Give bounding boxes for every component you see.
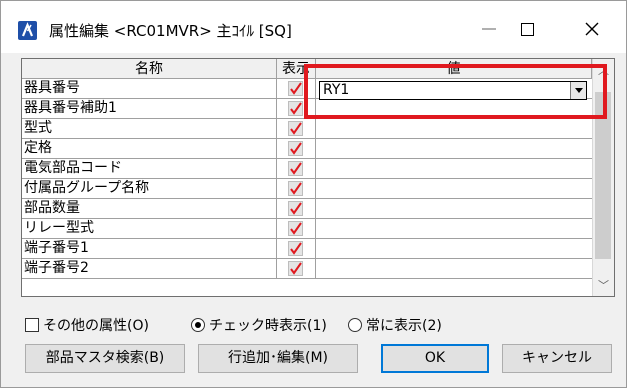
app-icon <box>18 21 37 40</box>
ok-button[interactable]: OK <box>381 344 489 373</box>
display-check-cell[interactable] <box>277 199 316 218</box>
display-check-cell[interactable] <box>277 119 316 138</box>
attribute-edit-dialog: 属性編集 <RC01MVR> 主ｺｲﾙ [SQ] 名称 表示 値 器具番号 器具番… <box>0 0 627 388</box>
attribute-value-cell[interactable] <box>316 139 592 158</box>
grid-row[interactable]: 電気部品コード <box>22 159 592 179</box>
maximize-icon <box>520 22 534 36</box>
attribute-value-cell[interactable] <box>316 159 592 178</box>
grid-row[interactable]: 付属品グループ名称 <box>22 179 592 199</box>
maximize-button[interactable] <box>504 9 550 49</box>
add-edit-row-button[interactable]: 行追加･編集(M) <box>198 344 358 373</box>
grid-row[interactable]: 部品数量 <box>22 199 592 219</box>
attribute-name-cell[interactable]: リレー型式 <box>22 219 277 238</box>
radio-check-display[interactable] <box>191 318 205 332</box>
radio-always-display-label[interactable]: 常に表示(2) <box>366 315 442 335</box>
column-header-name[interactable]: 名称 <box>22 59 277 79</box>
display-checkmark-icon[interactable] <box>288 241 303 256</box>
attribute-value-cell[interactable] <box>316 119 592 138</box>
grid-row[interactable]: 定格 <box>22 139 592 159</box>
attribute-name-cell[interactable]: 端子番号1 <box>22 239 277 258</box>
minimize-icon <box>482 28 496 30</box>
display-checkmark-icon[interactable] <box>288 261 303 276</box>
display-check-cell[interactable] <box>277 219 316 238</box>
grid-row[interactable]: 端子番号2 <box>22 259 592 279</box>
attribute-name-cell[interactable]: 付属品グループ名称 <box>22 179 277 198</box>
attribute-value-cell[interactable] <box>316 179 592 198</box>
grid-row[interactable]: リレー型式 <box>22 219 592 239</box>
attribute-value-cell[interactable] <box>316 259 592 278</box>
radio-check-display-label[interactable]: チェック時表示(1) <box>209 315 327 335</box>
attribute-name-cell[interactable]: 器具番号 <box>22 79 277 98</box>
title-bar: 属性編集 <RC01MVR> 主ｺｲﾙ [SQ] <box>1 1 626 53</box>
parts-master-search-button[interactable]: 部品マスタ検索(B) <box>25 344 185 373</box>
attribute-value-cell[interactable] <box>316 239 592 258</box>
display-checkmark-icon[interactable] <box>288 121 303 136</box>
display-check-cell[interactable] <box>277 179 316 198</box>
display-checkmark-icon[interactable] <box>288 81 303 96</box>
attribute-name-cell[interactable]: 部品数量 <box>22 199 277 218</box>
other-attributes-checkbox[interactable] <box>25 318 39 332</box>
scroll-down-icon[interactable]: ﹀ <box>598 277 609 293</box>
other-attributes-label[interactable]: その他の属性(O) <box>43 315 149 335</box>
close-button[interactable] <box>569 9 615 49</box>
attribute-value-cell[interactable] <box>316 219 592 238</box>
display-checkmark-icon[interactable] <box>288 101 303 116</box>
display-checkmark-icon[interactable] <box>288 221 303 236</box>
highlight-box <box>304 64 607 119</box>
display-checkmark-icon[interactable] <box>288 161 303 176</box>
close-icon <box>585 22 599 36</box>
attribute-name-cell[interactable]: 端子番号2 <box>22 259 277 278</box>
display-check-cell[interactable] <box>277 139 316 158</box>
display-check-cell[interactable] <box>277 259 316 278</box>
attribute-name-cell[interactable]: 器具番号補助1 <box>22 99 277 118</box>
grid-row[interactable]: 型式 <box>22 119 592 139</box>
display-check-cell[interactable] <box>277 159 316 178</box>
grid-row[interactable]: 端子番号1 <box>22 239 592 259</box>
radio-always-display[interactable] <box>348 318 362 332</box>
attribute-name-cell[interactable]: 型式 <box>22 119 277 138</box>
attribute-name-cell[interactable]: 電気部品コード <box>22 159 277 178</box>
display-checkmark-icon[interactable] <box>288 201 303 216</box>
cancel-button[interactable]: キャンセル <box>502 344 612 373</box>
attribute-value-cell[interactable] <box>316 199 592 218</box>
window-title: 属性編集 <RC01MVR> 主ｺｲﾙ [SQ] <box>49 22 292 40</box>
display-checkmark-icon[interactable] <box>288 181 303 196</box>
display-checkmark-icon[interactable] <box>288 141 303 156</box>
attribute-name-cell[interactable]: 定格 <box>22 139 277 158</box>
display-check-cell[interactable] <box>277 239 316 258</box>
